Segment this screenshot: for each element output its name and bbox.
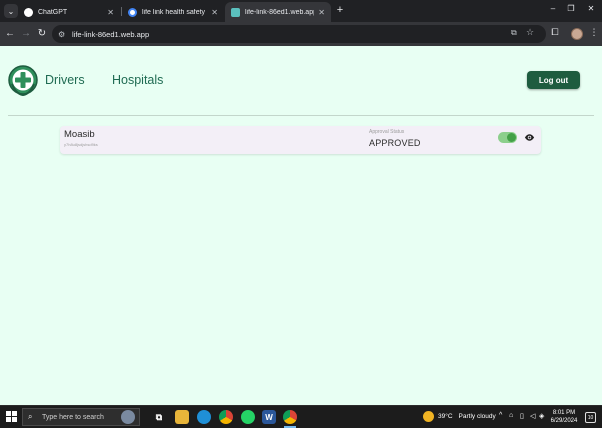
tray-chevron-icon[interactable]: ^ xyxy=(499,412,502,419)
tab-title: ChatGPT xyxy=(38,8,68,16)
new-tab-button[interactable]: + xyxy=(333,4,347,16)
chrome-active-icon[interactable] xyxy=(283,410,297,424)
tab-close-icon[interactable]: ✕ xyxy=(211,8,218,17)
partly-cloudy-icon xyxy=(423,411,434,422)
windows-start-icon[interactable] xyxy=(6,411,17,422)
search-placeholder: Type here to search xyxy=(42,413,104,421)
toggle-knob xyxy=(507,133,516,142)
app-page: Drivers Hospitals Log out Moasib y7h8u8j… xyxy=(0,46,602,405)
restore-icon[interactable]: ❐ xyxy=(563,4,579,13)
driver-name: Moasib xyxy=(64,129,95,140)
site-info-icon[interactable]: ⚙ xyxy=(58,30,68,39)
browser-toolbar: ← → ↻ ⚙ life-link-86ed1.web.app ⧉ ☆ ⧠ ⋮ xyxy=(0,22,602,46)
mascot-icon[interactable] xyxy=(121,410,135,424)
tab-google-search[interactable]: life link health safety - Google ✕ xyxy=(122,2,224,22)
forward-arrow-icon[interactable]: → xyxy=(20,27,32,41)
tab-life-link[interactable]: life-link-86ed1.web.app ✕ xyxy=(225,2,331,22)
driver-card: Moasib y7h8u8jsdjshsd9ks Approval Status… xyxy=(60,126,541,154)
address-bar[interactable]: ⚙ life-link-86ed1.web.app xyxy=(52,25,546,43)
tab-chatgpt[interactable]: ChatGPT ✕ xyxy=(18,2,120,22)
close-window-icon[interactable]: ✕ xyxy=(583,4,599,13)
header-divider xyxy=(8,115,594,116)
language-icon[interactable]: ◈ xyxy=(539,412,544,420)
chrome-icon[interactable] xyxy=(219,410,233,424)
file-explorer-icon[interactable] xyxy=(175,410,189,424)
weather-temp: 39°C xyxy=(438,413,453,420)
firebase-favicon-icon xyxy=(231,7,240,17)
task-view-icon[interactable]: ⧉ xyxy=(152,410,166,424)
tab-search-icon[interactable]: ⌄ xyxy=(4,4,18,18)
weather-widget[interactable]: 39°C Partly cloudy xyxy=(423,411,496,422)
word-icon[interactable]: W xyxy=(262,410,276,424)
bookmark-star-icon[interactable]: ☆ xyxy=(526,27,534,38)
extensions-puzzle-icon[interactable]: ⧠ xyxy=(549,27,561,38)
install-app-icon[interactable]: ⧉ xyxy=(511,28,517,38)
tab-title: life-link-86ed1.web.app xyxy=(245,8,315,16)
logout-button[interactable]: Log out xyxy=(527,71,580,89)
view-eye-icon[interactable] xyxy=(524,132,535,143)
weather-condition: Partly cloudy xyxy=(458,413,496,420)
back-arrow-icon[interactable]: ← xyxy=(4,27,16,41)
approval-toggle[interactable] xyxy=(498,132,517,143)
search-icon: ⌕ xyxy=(28,412,33,421)
tab-close-icon[interactable]: ✕ xyxy=(107,8,114,17)
approval-status-value: APPROVED xyxy=(369,138,421,148)
windows-taskbar: ⌕ Type here to search ⧉ W 39°C Partly cl… xyxy=(0,405,602,428)
approval-status-label: Approval Status xyxy=(369,129,405,135)
battery-icon[interactable]: ▯ xyxy=(520,412,524,420)
clock-time: 8:01 PM xyxy=(552,410,576,416)
network-icon[interactable]: ⌂ xyxy=(509,412,513,419)
whatsapp-icon[interactable] xyxy=(241,410,255,424)
nav-hospitals-link[interactable]: Hospitals xyxy=(112,73,163,87)
minimize-icon[interactable]: – xyxy=(545,4,561,13)
taskbar-clock[interactable]: 8:01 PM 6/29/2024 xyxy=(546,409,582,425)
tab-close-icon[interactable]: ✕ xyxy=(318,8,325,17)
speaker-icon[interactable]: ◁ xyxy=(530,412,535,420)
tab-title: life link health safety - Google xyxy=(142,8,207,16)
google-favicon-icon xyxy=(128,7,137,17)
driver-id: y7h8u8jsdjshsd9ks xyxy=(64,142,98,147)
edge-icon[interactable] xyxy=(197,410,211,424)
kebab-menu-icon[interactable]: ⋮ xyxy=(588,27,600,38)
notification-center-icon[interactable]: 10 xyxy=(585,412,596,423)
chatgpt-favicon-icon xyxy=(24,7,33,17)
tab-strip: ⌄ ChatGPT ✕ life link health safety - Go… xyxy=(0,0,602,22)
clock-date: 6/29/2024 xyxy=(550,418,578,424)
nav-drivers-link[interactable]: Drivers xyxy=(45,73,85,87)
profile-avatar[interactable] xyxy=(571,28,583,40)
life-link-logo-icon xyxy=(8,65,38,97)
url-text[interactable]: life-link-86ed1.web.app xyxy=(72,30,149,39)
reload-icon[interactable]: ↻ xyxy=(36,27,48,41)
